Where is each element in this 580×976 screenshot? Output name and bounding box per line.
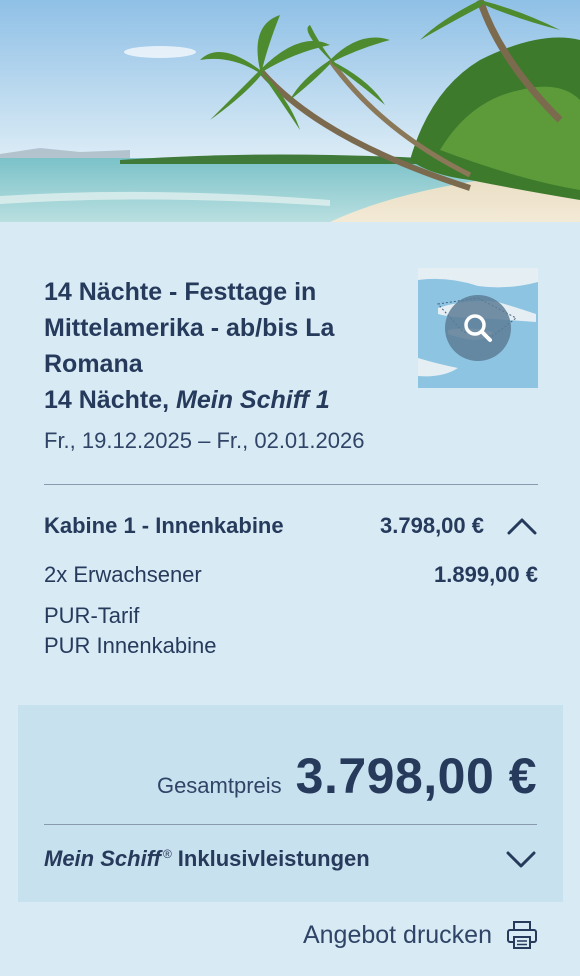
registered-mark: ® [162, 846, 172, 861]
total-panel: Gesamtpreis 3.798,00 € Mein Schiff ® Inkl… [18, 705, 563, 902]
travellers-row: 2x Erwachsener 1.899,00 € [44, 561, 538, 589]
booking-summary: 14 Nächte - Festtage in Mittelamerika - … [0, 222, 580, 661]
hero-image [0, 0, 580, 222]
printer-icon [507, 921, 537, 949]
trip-title: 14 Nächte - Festtage in Mittelamerika - … [44, 278, 335, 378]
tariff-info: PUR-Tarif PUR Innenkabine [44, 601, 538, 661]
inclusive-label: Inklusivleistungen [177, 846, 370, 871]
total-label: Gesamtpreis [156, 773, 282, 798]
inclusive-services-toggle[interactable]: Mein Schiff ® Inklusivleistungen [44, 841, 537, 877]
chevron-up-icon[interactable] [506, 515, 538, 537]
print-label: Angebot drucken [302, 920, 492, 949]
trip-nights: 14 Nächte, [44, 386, 177, 414]
chevron-down-icon[interactable] [505, 848, 537, 870]
brand-name: Mein Schiff [44, 846, 161, 871]
ship-name: Mein Schiff 1 [176, 386, 330, 414]
total-price-row: Gesamtpreis 3.798,00 € [157, 747, 537, 805]
travellers-label: 2x Erwachsener [44, 562, 202, 587]
inclusive-brand: Mein Schiff ® [44, 846, 178, 872]
total-divider [44, 824, 537, 825]
travellers-price: 1.899,00 € [434, 562, 538, 587]
tariff-name: PUR-Tarif [44, 603, 140, 628]
zoom-circle [445, 295, 511, 361]
route-map [418, 268, 538, 388]
trip-dates: Fr., 19.12.2025 – Fr., 02.01.2026 [44, 428, 365, 453]
cabin-header[interactable]: Kabine 1 - Innenkabine 3.798,00 € [44, 509, 538, 543]
cabin-price: 3.798,00 € [380, 513, 484, 538]
cabin-label: Kabine 1 - Innenkabine [44, 513, 284, 538]
print-offer-link[interactable]: Angebot drucken [303, 920, 538, 950]
cabin-type: PUR Innenkabine [44, 633, 217, 658]
section-divider [44, 484, 538, 485]
route-map-thumbnail[interactable] [418, 268, 538, 388]
trip-header: 14 Nächte - Festtage in Mittelamerika - … [44, 222, 538, 456]
total-value: 3.798,00 € [295, 748, 537, 804]
